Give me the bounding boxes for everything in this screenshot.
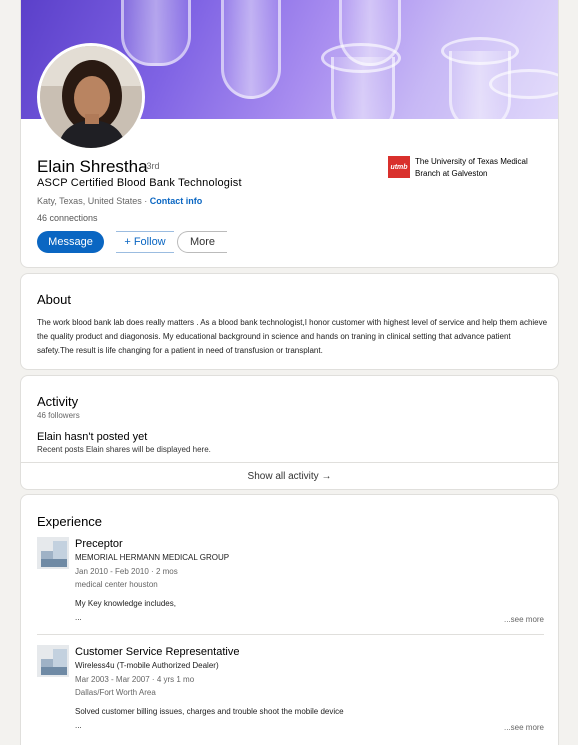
connections-count[interactable]: 46 connections	[37, 213, 98, 223]
education-name: The University of Texas Medical Branch a…	[415, 157, 528, 178]
followers-count: 46 followers	[37, 411, 80, 420]
activity-title: Activity	[37, 394, 79, 409]
job-location: medical center houston	[75, 580, 158, 589]
profile-name: Elain Shrestha	[37, 157, 148, 176]
show-all-activity-button[interactable]: Show all activity →	[21, 462, 558, 489]
job-dates: Jan 2010 - Feb 2010 · 2 mos	[75, 567, 178, 576]
profile-photo	[40, 46, 142, 148]
about-title: About	[37, 292, 71, 307]
profile-location: Katy, Texas, United States ·	[37, 196, 148, 206]
see-more-link[interactable]: ...see more	[504, 723, 544, 732]
profile-location-row: Katy, Texas, United States · Contact inf…	[37, 196, 202, 206]
experience-item: Preceptor MEMORIAL HERMANN MEDICAL GROUP…	[37, 537, 544, 627]
more-button[interactable]: More	[177, 231, 227, 253]
connection-degree: · 3rd	[141, 161, 160, 171]
about-text: The work blood bank lab does really matt…	[37, 318, 548, 355]
follow-button[interactable]: + Follow	[116, 231, 174, 253]
company-logo-icon[interactable]	[37, 645, 69, 677]
education-link[interactable]: utmb The University of Texas Medical Bra…	[388, 156, 550, 180]
job-dates: Mar 2003 - Mar 2007 · 4 yrs 1 mo	[75, 675, 195, 684]
test-tube-decoration	[331, 57, 395, 119]
activity-empty-title: Elain hasn't posted yet	[37, 431, 148, 443]
profile-card: Elain Shrestha · 3rd ASCP Certified Bloo…	[20, 0, 559, 268]
test-tube-decoration	[221, 0, 281, 99]
job-description-ellipsis: ...	[75, 721, 82, 730]
see-more-link[interactable]: ...see more	[504, 615, 544, 624]
message-button[interactable]: Message	[37, 231, 104, 253]
activity-card: Activity 46 followers Elain hasn't poste…	[20, 375, 559, 490]
contact-info-link[interactable]: Contact info	[150, 196, 203, 206]
divider	[37, 634, 544, 635]
company-logo-icon[interactable]	[37, 537, 69, 569]
activity-empty-subtitle: Recent posts Elain shares will be displa…	[37, 445, 211, 454]
job-location: Dallas/Fort Worth Area	[75, 688, 156, 697]
job-description: My Key knowledge includes,	[75, 599, 176, 608]
company-name: Wireless4u (T-mobile Authorized Dealer)	[75, 661, 219, 670]
company-name: MEMORIAL HERMANN MEDICAL GROUP	[75, 553, 230, 562]
experience-title: Experience	[37, 514, 103, 529]
utmb-logo: utmb	[388, 156, 410, 178]
job-description: Solved customer billing issues, charges …	[75, 707, 344, 716]
profile-headline: ASCP Certified Blood Bank Technologist	[37, 177, 242, 189]
test-tube-decoration	[121, 0, 191, 66]
job-description-ellipsis: ...	[75, 613, 82, 622]
job-title: Preceptor	[75, 538, 123, 550]
experience-item: Customer Service Representative Wireless…	[37, 645, 544, 735]
about-card: About The work blood bank lab does reall…	[20, 273, 559, 370]
experience-card: Experience Preceptor MEMORIAL HERMANN ME…	[20, 494, 559, 745]
job-title: Customer Service Representative	[75, 646, 240, 658]
avatar[interactable]	[37, 43, 145, 151]
